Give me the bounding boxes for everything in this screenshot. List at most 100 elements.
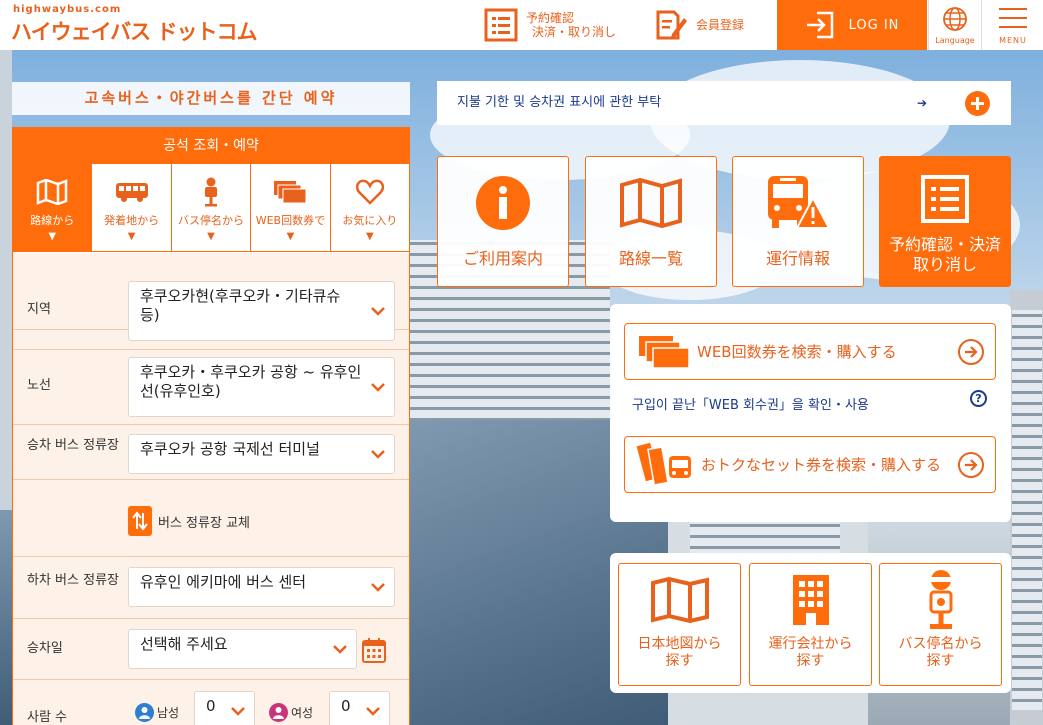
tab-arrow-icon: ▼ [286, 231, 295, 242]
panel-title: 공석 조회・예약 [13, 128, 409, 164]
circle-arrow-icon [958, 452, 984, 478]
route-label: 노선 [27, 378, 51, 393]
web-ticket-search-button[interactable]: WEB回数券を検索・購入する [624, 323, 996, 380]
chevron-down-icon [366, 707, 380, 716]
female-count-value: 0 [341, 697, 351, 715]
female-count-select[interactable]: 0 [329, 691, 390, 725]
tab-favorites[interactable]: お気に入り ▼ [330, 164, 410, 251]
bus-stop-icon [929, 570, 952, 629]
tile-label: ご利用案内 [462, 249, 543, 268]
tile-label: 路線一覧 [618, 249, 683, 268]
plus-icon[interactable] [965, 91, 990, 116]
male-label: 남성 [157, 706, 180, 720]
female-label: 여성 [291, 706, 314, 720]
swap-stops-label: 버스 정류장 교체 [158, 515, 250, 531]
heart-icon [355, 179, 384, 205]
japan-map-icon [650, 577, 709, 623]
help-icon[interactable]: ? [970, 390, 987, 407]
tab-label: 発着地から [104, 214, 160, 227]
tab-label: バス停名から [178, 214, 245, 227]
date-label: 승차일 [27, 641, 63, 656]
tile-label-line1: 予約確認・決済 [888, 235, 1001, 254]
boarding-stop-label: 승차 버스 정류장 [27, 438, 119, 453]
region-row: 지역 후쿠오카현(후쿠오카・기타큐슈 등) [13, 253, 409, 341]
purchased-web-ticket-link[interactable]: 구입이 끝난「WEB 회수권」을 확인・사용 [632, 394, 869, 413]
site-header: highwaybus.com ハイウェイバス ドットコム 予約確認 決済・取り消… [0, 0, 1043, 50]
calendar-icon[interactable] [362, 637, 386, 663]
tab-label: WEB回数券で [255, 214, 326, 227]
date-row: 승차일 선택해 주세요 [13, 620, 409, 680]
tickets-icon [639, 335, 690, 369]
alighting-stop-row: 하차 버스 정류장 유후인 에키마에 버스 센터 [13, 556, 409, 619]
search-by-bus-stop-tile[interactable]: バス停名から 探す [879, 563, 1002, 686]
tab-by-bus-stop[interactable]: バス停名から ▼ [171, 164, 252, 251]
language-label: Language [935, 36, 975, 45]
site-logo[interactable]: ハイウェイバス ドットコム [11, 16, 257, 46]
boarding-stop-value: 후쿠오카 공항 국제선 터미널 [140, 440, 320, 458]
tab-by-route[interactable]: 路線から ▼ [13, 164, 93, 251]
tile-label-line1: 日本地図から [637, 636, 722, 652]
search-by-operator-tile[interactable]: 運行会社から 探す [749, 563, 872, 686]
list-icon [484, 8, 518, 42]
arrow-right-icon: ➔ [917, 96, 928, 110]
reservation-check-link[interactable]: 予約確認 決済・取り消し [484, 0, 629, 50]
tile-label-line1: バス停名から [898, 636, 983, 652]
swap-stops-button[interactable]: 버스 정류장 교체 [128, 506, 250, 536]
male-count-select[interactable]: 0 [194, 691, 255, 725]
date-select[interactable]: 선택해 주세요 [128, 629, 357, 669]
operation-info-tile[interactable]: 運行情報 [732, 156, 864, 287]
boarding-stop-select[interactable]: 후쿠오카 공항 국제선 터미널 [128, 434, 395, 474]
set-ticket-search-button[interactable]: おトクなセット券を検索・購入する [624, 436, 996, 493]
route-select[interactable]: 후쿠오카・후쿠오카 공항 ~ 유후인선(유후인호) [128, 357, 395, 417]
member-register-link[interactable]: 会員登録 [654, 0, 774, 50]
language-button[interactable]: Language [928, 0, 980, 50]
usage-guide-tile[interactable]: ご利用案内 [437, 156, 569, 287]
reservation-check-line1: 予約確認 [526, 11, 575, 25]
tile-label: 運行情報 [765, 249, 830, 268]
payment-notice-link[interactable]: 지불 기한 및 승차권 표시에 관한 부탁 ➔ [437, 81, 1011, 125]
login-label: LOG IN [848, 17, 900, 33]
tab-arrow-icon: ▼ [207, 231, 215, 242]
tab-by-origin-destination[interactable]: 発着地から ▼ [92, 164, 172, 251]
alighting-stop-select[interactable]: 유후인 에키마에 버스 센터 [128, 567, 395, 607]
booking-panel: 공석 조회・예약 路線から ▼ 発着地から ▼ バス停名から ▼ WEB回数券で… [12, 127, 410, 725]
web-ticket-search-label: WEB回数券を検索・購入する [697, 343, 897, 361]
route-value: 후쿠오카・후쿠오카 공항 ~ 유후인선(유후인호) [140, 363, 362, 400]
route-list-tile[interactable]: 路線一覧 [585, 156, 717, 287]
login-button[interactable]: LOG IN [777, 0, 927, 50]
notice-text: 지불 기한 및 승차권 표시에 관한 부탁 [457, 95, 662, 110]
tab-label: 路線から [30, 214, 75, 227]
edit-document-icon [656, 10, 687, 40]
male-count-group: 남성 [135, 703, 179, 722]
search-by-japan-map-tile[interactable]: 日本地図から 探す [618, 563, 741, 686]
menu-button[interactable]: MENU [981, 0, 1043, 50]
male-person-icon [135, 703, 154, 722]
male-count-value: 0 [206, 697, 216, 715]
region-select[interactable]: 후쿠오카현(후쿠오카・기타큐슈 등) [128, 281, 395, 341]
chevron-down-icon [231, 707, 245, 716]
info-icon [476, 176, 530, 230]
chevron-down-icon [371, 450, 385, 459]
hamburger-icon [999, 8, 1027, 35]
chevron-down-icon [371, 583, 385, 592]
tab-by-web-ticket[interactable]: WEB回数券で ▼ [251, 164, 331, 251]
reservation-check-tile[interactable]: 予約確認・決済 取り消し [879, 156, 1011, 287]
tab-arrow-icon: ▼ [365, 231, 374, 242]
tickets-icon [274, 181, 307, 204]
chevron-down-icon [371, 307, 385, 316]
region-label: 지역 [27, 302, 51, 317]
chevron-down-icon [333, 645, 347, 654]
bus-warning-icon [768, 176, 831, 229]
quick-booking-banner: 고속버스・야간버스를 간단 예약 [12, 82, 410, 115]
bus-icon [115, 183, 148, 202]
login-door-icon [806, 11, 833, 39]
globe-icon [942, 7, 967, 31]
people-row: 사람 수 남성 0 여성 0 [13, 681, 409, 725]
circle-arrow-icon [958, 339, 984, 365]
people-label: 사람 수 [27, 710, 68, 725]
tab-arrow-icon: ▼ [127, 231, 136, 242]
alighting-stop-label: 하차 버스 정류장 [27, 573, 119, 588]
tab-arrow-icon: ▼ [48, 231, 57, 242]
chevron-down-icon [371, 383, 385, 392]
set-ticket-search-label: おトクなセット券を検索・購入する [701, 456, 942, 474]
